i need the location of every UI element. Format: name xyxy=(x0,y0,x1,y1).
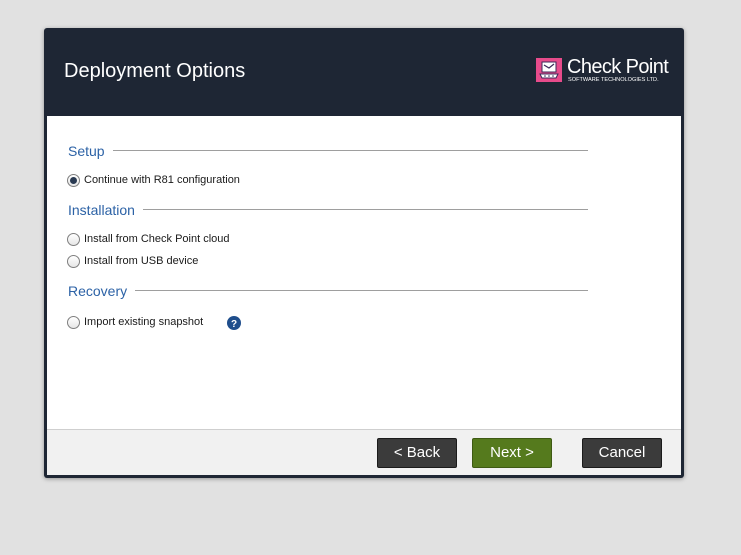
recovery-divider xyxy=(68,290,588,291)
logo-tagline: SOFTWARE TECHNOLOGIES LTD. xyxy=(568,77,659,83)
option-label: Import existing snapshot xyxy=(84,316,204,328)
cancel-button[interactable]: Cancel xyxy=(582,438,662,468)
section-title-setup: Setup xyxy=(68,143,113,159)
options-panel: Setup Continue with R81 configuration In… xyxy=(47,116,681,429)
check-point-logo-icon xyxy=(536,58,562,82)
installation-divider xyxy=(68,209,588,210)
section-title-recovery: Recovery xyxy=(68,283,136,299)
svg-text:?: ? xyxy=(231,319,237,330)
next-button[interactable]: Next > xyxy=(472,438,552,468)
option-import-snapshot[interactable]: Import existing snapshot ? xyxy=(67,315,247,331)
radio-continue-r81[interactable] xyxy=(67,174,80,187)
help-icon[interactable]: ? xyxy=(227,315,241,330)
check-point-logo: Check Point SOFTWARE TECHNOLOGIES LTD. xyxy=(536,56,669,84)
option-label: Install from USB device xyxy=(84,255,199,267)
dialog-footer: < Back Next > Cancel xyxy=(47,429,681,475)
option-label: Install from Check Point cloud xyxy=(84,233,230,245)
dialog-header: Deployment Options Check Point SOFTWARE … xyxy=(44,28,684,115)
radio-import-snapshot[interactable] xyxy=(67,316,80,329)
option-label: Continue with R81 configuration xyxy=(84,174,240,186)
logo-name: Check Point xyxy=(567,56,669,78)
radio-install-usb[interactable] xyxy=(67,255,80,268)
radio-install-cloud[interactable] xyxy=(67,233,80,246)
option-continue-r81[interactable]: Continue with R81 configuration xyxy=(67,173,267,189)
deployment-options-dialog: Deployment Options Check Point SOFTWARE … xyxy=(44,28,684,478)
option-install-cloud[interactable]: Install from Check Point cloud xyxy=(67,232,257,248)
dialog-title: Deployment Options xyxy=(64,60,246,82)
back-button[interactable]: < Back xyxy=(377,438,457,468)
setup-divider xyxy=(68,150,588,151)
option-install-usb[interactable]: Install from USB device xyxy=(67,254,237,270)
section-title-installation: Installation xyxy=(68,202,143,218)
